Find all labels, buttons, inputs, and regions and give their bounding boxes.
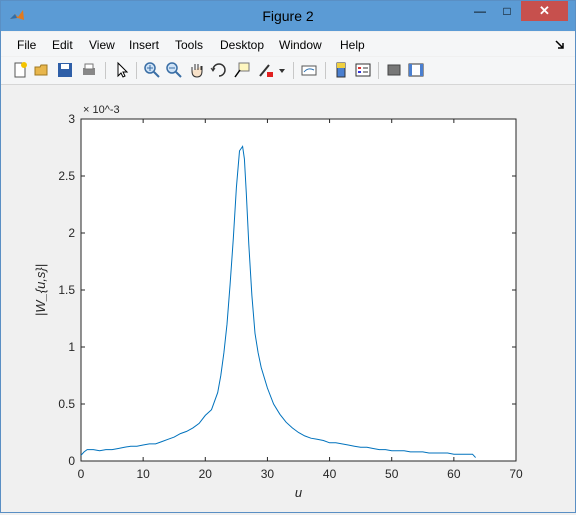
maximize-button[interactable]: □ — [494, 1, 520, 21]
x-tick-label: 70 — [509, 467, 523, 481]
show-plot-tools-icon[interactable] — [407, 61, 425, 79]
y-tick-label: 0 — [68, 454, 75, 468]
title-bar[interactable]: Figure 2 — □ ✕ — [1, 1, 575, 31]
figure-toolbar — [1, 57, 575, 85]
y-axis-label: |W_{u,s}| — [33, 264, 48, 316]
x-tick-label: 20 — [199, 467, 213, 481]
rotate-3d-icon[interactable] — [210, 61, 228, 79]
y-tick-label: 1.5 — [58, 283, 75, 297]
legend-icon[interactable] — [354, 61, 372, 79]
x-tick-label: 60 — [447, 467, 461, 481]
line-chart[interactable]: 0 10 20 30 40 50 60 70 0 0.5 1 1.5 2 2.5 3 × 10^-3 u |W_{… — [1, 85, 575, 512]
minimize-button[interactable]: — — [467, 1, 493, 21]
pointer-icon[interactable] — [113, 61, 131, 79]
toolbar-separator — [136, 62, 137, 79]
y-tick-label: 2 — [68, 226, 75, 240]
axes-box — [80, 118, 517, 462]
y-tick-label: 0.5 — [58, 397, 75, 411]
print-icon[interactable] — [80, 61, 98, 79]
close-button[interactable]: ✕ — [521, 1, 568, 21]
toolbar-separator — [378, 62, 379, 79]
open-file-icon[interactable] — [33, 61, 51, 79]
x-axis-label: u — [295, 485, 302, 500]
y-exponent-label: × 10^-3 — [83, 104, 120, 116]
figure-window: Figure 2 — □ ✕ File Edit View Insert Too… — [0, 0, 576, 513]
dock-arrow-icon[interactable] — [555, 39, 565, 49]
menu-bar: File Edit View Insert Tools Desktop Wind… — [1, 32, 575, 56]
colorbar-icon[interactable] — [332, 61, 350, 79]
plot-area: 0 10 20 30 40 50 60 70 0 0.5 1 1.5 2 2.5 3 × 10^-3 u |W_{… — [1, 85, 575, 512]
menu-edit[interactable]: Edit — [52, 38, 73, 52]
menu-desktop[interactable]: Desktop — [220, 38, 264, 52]
link-plot-icon[interactable] — [300, 61, 318, 79]
y-tick-label: 3 — [68, 112, 75, 126]
save-icon[interactable] — [56, 61, 74, 79]
x-tick-label: 0 — [78, 467, 85, 481]
menu-file[interactable]: File — [17, 38, 36, 52]
pan-hand-icon[interactable] — [188, 61, 206, 79]
x-tick-label: 50 — [385, 467, 399, 481]
new-figure-icon[interactable] — [11, 61, 29, 79]
y-tick-label: 2.5 — [58, 169, 75, 183]
x-tick-label: 40 — [323, 467, 337, 481]
menu-insert[interactable]: Insert — [129, 38, 159, 52]
brush-icon[interactable] — [257, 61, 275, 79]
x-tick-label: 10 — [136, 467, 150, 481]
toolbar-separator — [105, 62, 106, 79]
data-cursor-icon[interactable] — [233, 61, 251, 79]
zoom-out-icon[interactable] — [165, 61, 183, 79]
brush-dropdown-icon[interactable] — [277, 61, 287, 79]
toolbar-separator — [293, 62, 294, 79]
toolbar-separator — [325, 62, 326, 79]
hide-plot-tools-icon[interactable] — [385, 61, 403, 79]
menu-help[interactable]: Help — [340, 38, 365, 52]
zoom-in-icon[interactable] — [143, 61, 161, 79]
menu-window[interactable]: Window — [279, 38, 322, 52]
menu-tools[interactable]: Tools — [175, 38, 203, 52]
y-tick-label: 1 — [68, 340, 75, 354]
menu-view[interactable]: View — [89, 38, 115, 52]
x-tick-label: 30 — [261, 467, 275, 481]
